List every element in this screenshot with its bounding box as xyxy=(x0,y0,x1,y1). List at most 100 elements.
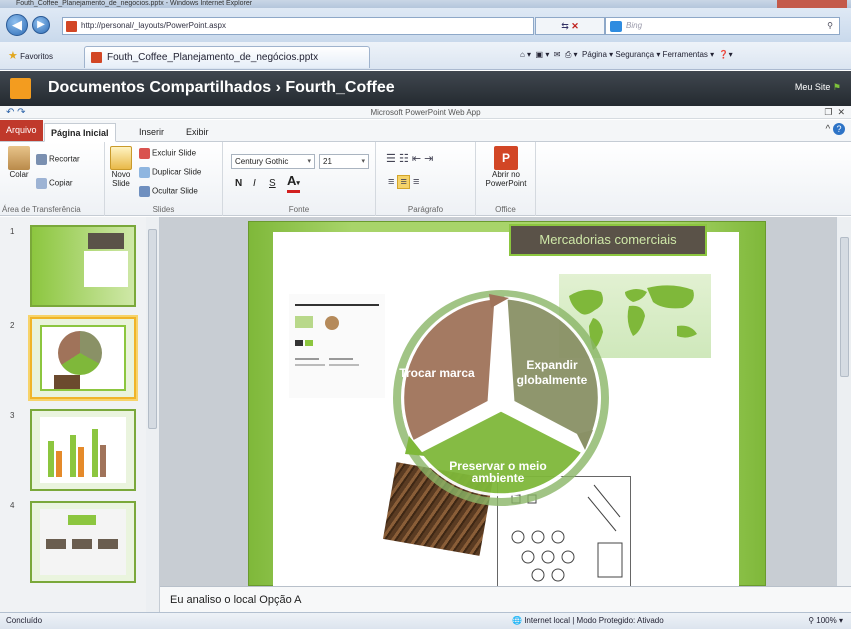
duplicate-slide-button[interactable]: Duplicar Slide xyxy=(139,167,201,178)
new-slide-button[interactable]: Novo Slide xyxy=(108,146,134,188)
command-bar[interactable]: ⌂ ▾ ▣ ▾ ✉ ⎙ ▾ Página ▾ Segurança ▾ Ferra… xyxy=(520,50,733,60)
tab-file[interactable]: Arquivo xyxy=(0,120,43,141)
segment-label-expand: Expandir globalmente xyxy=(516,358,588,387)
font-group: Century Gothic ▾ 21 ▾ N I S A▾ Fonte xyxy=(223,142,376,216)
refresh-icon[interactable]: ⇆ xyxy=(561,21,569,31)
zoom-control[interactable]: ⚲ 100% ▾ xyxy=(808,613,843,629)
ribbon: Colar Recortar Copiar Área de Transferên… xyxy=(0,142,851,216)
status-text: Concluído xyxy=(6,616,43,625)
document-image[interactable] xyxy=(289,294,385,398)
slide-scroll-thumb[interactable] xyxy=(840,237,849,377)
hide-slide-label: Ocultar Slide xyxy=(152,186,198,196)
font-size-select[interactable]: 21 ▾ xyxy=(319,154,369,169)
segment-label-rebrand: Trocar marca xyxy=(399,366,475,380)
close-icon[interactable]: ✕ xyxy=(837,107,845,117)
address-text: http://personal/_layouts/PowerPoint.aspx xyxy=(81,21,226,30)
browser-tab-title: Fouth_Coffee_Planejamento_de_negócios.pp… xyxy=(107,52,319,63)
chevron-down-icon: ▾ xyxy=(307,158,311,165)
office-group-label: Office xyxy=(495,205,516,214)
tab-view[interactable]: Exibir xyxy=(180,123,215,142)
address-input[interactable]: http://personal/_layouts/PowerPoint.aspx xyxy=(62,17,534,35)
align-center-icon[interactable]: ≡ xyxy=(397,175,410,189)
favorites-button[interactable]: ★ Favoritos xyxy=(8,49,53,62)
align-right-icon[interactable]: ≡ xyxy=(413,176,419,188)
sharepoint-logo-icon[interactable] xyxy=(10,78,31,99)
delete-slide-icon xyxy=(139,148,150,159)
italic-button[interactable]: I xyxy=(253,178,256,189)
slide-thumbnail-selected[interactable] xyxy=(30,317,136,399)
thumbnail-scroll-thumb[interactable] xyxy=(148,229,157,429)
search-icon[interactable]: ⚲ xyxy=(827,18,833,34)
paragraph-group: ☰ ☷ ⇤ ⇥ ≡ ≡ ≡ Parágrafo xyxy=(376,142,476,216)
list-buttons[interactable]: ☰ ☷ ⇤ ⇥ xyxy=(386,152,433,165)
app-title: Microsoft PowerPoint Web App xyxy=(370,108,481,117)
slide-thumbnail[interactable] xyxy=(30,409,136,491)
ribbon-help[interactable]: ^ ? xyxy=(826,123,845,135)
forward-arrow-icon: ▶ xyxy=(37,19,45,30)
bold-button[interactable]: N xyxy=(235,178,242,189)
my-site-icon: ⚑ xyxy=(832,82,841,93)
forward-button[interactable]: ▶ xyxy=(32,16,50,34)
slide-canvas[interactable]: Mercadorias comerciais Trocar marca Expa… xyxy=(248,221,766,588)
feeds-icon[interactable]: ▣ ▾ xyxy=(536,50,550,59)
window-buttons[interactable]: ❐ ✕ xyxy=(824,106,845,119)
globe-icon: 🌐 xyxy=(512,616,522,625)
print-icon[interactable]: ⎙ ▾ xyxy=(565,50,578,59)
slide-scrollbar[interactable] xyxy=(836,217,851,586)
align-buttons[interactable]: ≡ ≡ ≡ xyxy=(388,175,419,189)
tab-insert[interactable]: Inserir xyxy=(133,123,170,142)
browser-tab[interactable]: Fouth_Coffee_Planejamento_de_negócios.pp… xyxy=(84,46,370,68)
font-group-label: Fonte xyxy=(288,205,310,214)
hide-slide-icon xyxy=(139,186,150,197)
decrease-indent-icon[interactable]: ⇤ xyxy=(412,153,421,165)
back-arrow-icon: ◀ xyxy=(12,17,22,32)
ribbon-tabs: Arquivo Página Inicial Inserir Exibir ^ … xyxy=(0,120,851,142)
breadcrumb[interactable]: Documentos Compartilhados › Fourth_Coffe… xyxy=(48,79,395,97)
help-menu-icon[interactable]: ❓▾ xyxy=(719,50,733,59)
stop-icon[interactable]: ✕ xyxy=(571,21,579,31)
underline-button[interactable]: S xyxy=(269,178,276,189)
office-group: P Abrir no PowerPoint Office xyxy=(476,142,536,216)
copy-label: Copiar xyxy=(49,178,73,188)
hide-slide-button[interactable]: Ocultar Slide xyxy=(139,186,198,197)
slide-stage: Mercadorias comerciais Trocar marca Expa… xyxy=(160,217,836,588)
speaker-notes[interactable]: Eu analiso o local Opção A xyxy=(160,586,851,612)
my-site-link[interactable]: Meu Site ⚑ xyxy=(795,82,841,93)
restore-icon[interactable]: ❐ xyxy=(824,107,832,117)
paste-button[interactable]: Colar xyxy=(6,146,32,179)
home-icon[interactable]: ⌂ ▾ xyxy=(520,50,531,59)
slide-title[interactable]: Mercadorias comerciais xyxy=(509,224,707,256)
collapse-ribbon-icon[interactable]: ^ xyxy=(826,124,831,135)
search-placeholder: Bing xyxy=(626,21,643,30)
copy-button[interactable]: Copiar xyxy=(36,178,73,189)
open-in-powerpoint-button[interactable]: P Abrir no PowerPoint xyxy=(482,146,530,188)
clipboard-group: Colar Recortar Copiar Área de Transferên… xyxy=(0,142,105,216)
tab-home[interactable]: Página Inicial xyxy=(44,123,116,142)
clipboard-group-label: Área de Transferência xyxy=(2,205,81,214)
help-icon[interactable]: ? xyxy=(833,123,845,135)
bullets-icon[interactable]: ☰ xyxy=(386,153,396,165)
font-color-icon: A xyxy=(287,173,297,188)
slide-thumbnail[interactable] xyxy=(30,225,136,307)
back-button[interactable]: ◀ xyxy=(6,14,28,36)
new-slide-icon xyxy=(110,146,132,170)
align-left-icon[interactable]: ≡ xyxy=(388,176,394,188)
favorites-bar: ★ Favoritos Fouth_Coffee_Planejamento_de… xyxy=(0,42,851,70)
font-family-select[interactable]: Century Gothic ▾ xyxy=(231,154,315,169)
numbering-icon[interactable]: ☷ xyxy=(399,153,409,165)
chevron-down-icon: ▾ xyxy=(361,158,365,165)
increase-indent-icon[interactable]: ⇥ xyxy=(424,153,433,165)
mail-icon[interactable]: ✉ xyxy=(554,50,561,59)
thumbnail-scrollbar[interactable] xyxy=(146,217,160,612)
window-controls[interactable] xyxy=(777,0,847,8)
address-actions[interactable]: ⇆ ✕ xyxy=(535,17,605,35)
favorites-label: Favoritos xyxy=(20,52,54,61)
delete-slide-button[interactable]: Excluir Slide xyxy=(139,148,196,159)
slide-number: 3 xyxy=(10,411,15,420)
font-color-button[interactable]: A▾ xyxy=(287,173,300,193)
cut-button[interactable]: Recortar xyxy=(36,154,80,165)
security-zone: 🌐 Internet local | Modo Protegido: Ativa… xyxy=(512,613,664,629)
slide-thumbnail[interactable] xyxy=(30,501,136,583)
search-input[interactable]: Bing ⚲ xyxy=(605,17,840,35)
command-bar-menus[interactable]: Página ▾ Segurança ▾ Ferramentas ▾ xyxy=(582,50,714,59)
